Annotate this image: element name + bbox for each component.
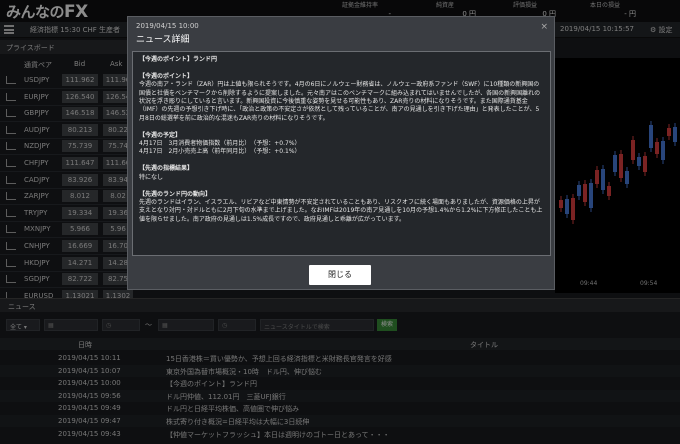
modal-heading: ニュース詳細 <box>136 35 190 45</box>
section-spacer <box>139 182 544 190</box>
section-spacer <box>139 157 544 165</box>
close-icon[interactable]: × <box>540 22 548 32</box>
section-heading: 【今週のポイント】 <box>139 72 194 80</box>
section-spacer <box>139 64 544 72</box>
section-text: 特になし <box>139 173 164 181</box>
section-text: 先週のランドはイラン、イスラエル、リビアなど中東情勢が不安定されていることもあり… <box>139 198 543 223</box>
modal-date: 2019/04/15 10:00 <box>136 22 199 30</box>
section-heading: 【先週のランド円の動向】 <box>139 190 212 198</box>
news-detail-title: 【今週のポイント】ランド円 <box>139 56 218 63</box>
section-text: 4月17日 3月消費者物価指数（前月比） （予想：+0.7%） 4月17日 2月… <box>139 140 301 156</box>
news-detail-body: 【今週のポイント】ランド円 【今週のポイント】 今週の南ア・ランド（ZAR）円は上… <box>132 51 551 256</box>
section-heading: 【今週の予定】 <box>139 131 182 139</box>
close-button[interactable]: 閉じる <box>309 265 371 285</box>
app-root: みんなのFX 証拠金維持率 - 純資産 0 円 評価損益 0 円 本日の損益 - 円 経… <box>0 0 680 444</box>
section-spacer <box>139 123 544 131</box>
section-text: 今週の南ア・ランド（ZAR）円は上値も限られそうです。4月の6日にノルウェー財務… <box>139 81 541 122</box>
section-heading: 【先週の指標結果】 <box>139 165 194 173</box>
news-detail-modal: 2019/04/15 10:00 ニュース詳細 × 【今週のポイント】ランド円 … <box>127 16 555 290</box>
